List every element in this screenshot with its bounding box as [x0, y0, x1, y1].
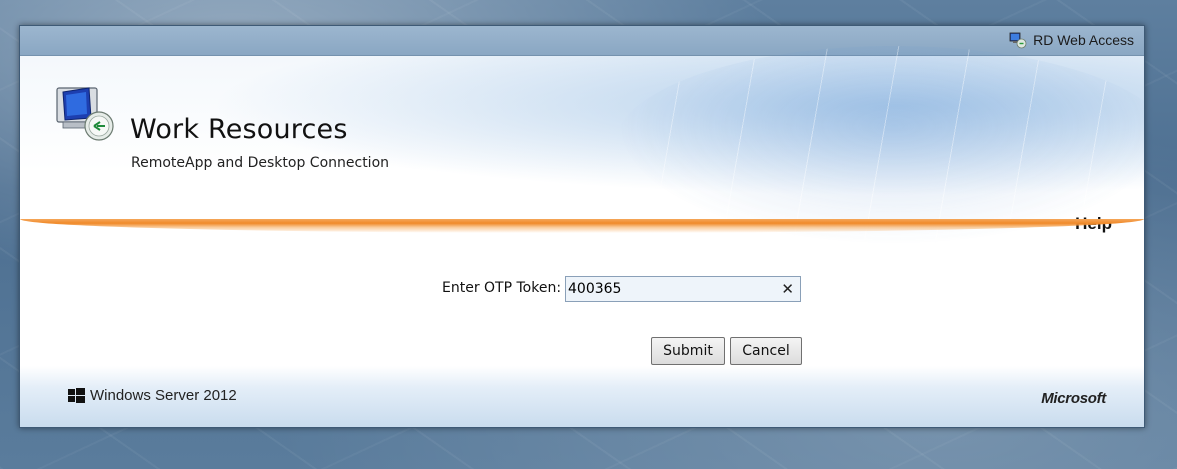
product-label: RD Web Access	[1033, 32, 1134, 48]
page-subtitle: RemoteApp and Desktop Connection	[131, 155, 390, 171]
submit-button[interactable]: Submit	[651, 337, 725, 365]
cancel-button[interactable]: Cancel	[730, 337, 802, 365]
otp-label: Enter OTP Token:	[442, 280, 562, 296]
rd-web-access-window: RD Web Access Work Resources RemoteApp a…	[19, 25, 1145, 428]
footer: Windows Server 2012 Microsoft	[20, 366, 1144, 427]
remote-desktop-computer-icon	[55, 84, 119, 144]
rd-web-access-icon	[1009, 31, 1027, 49]
clear-x-icon[interactable]: ✕	[781, 280, 794, 298]
globe-graphic	[614, 46, 1144, 246]
otp-input-box[interactable]: ✕	[565, 276, 801, 302]
rd-web-access-brand: RD Web Access	[1009, 30, 1134, 50]
page-title: Work Resources	[130, 114, 348, 145]
otp-token-input[interactable]	[566, 277, 768, 301]
otp-form-row: Enter OTP Token: ✕	[20, 276, 1144, 302]
microsoft-logo: Microsoft	[1041, 390, 1106, 407]
os-label: Windows Server 2012	[90, 387, 237, 404]
header-banner: Work Resources RemoteApp and Desktop Con…	[20, 46, 1144, 246]
windows-server-logo: Windows Server 2012	[68, 387, 237, 404]
windows-flag-icon	[68, 387, 85, 404]
